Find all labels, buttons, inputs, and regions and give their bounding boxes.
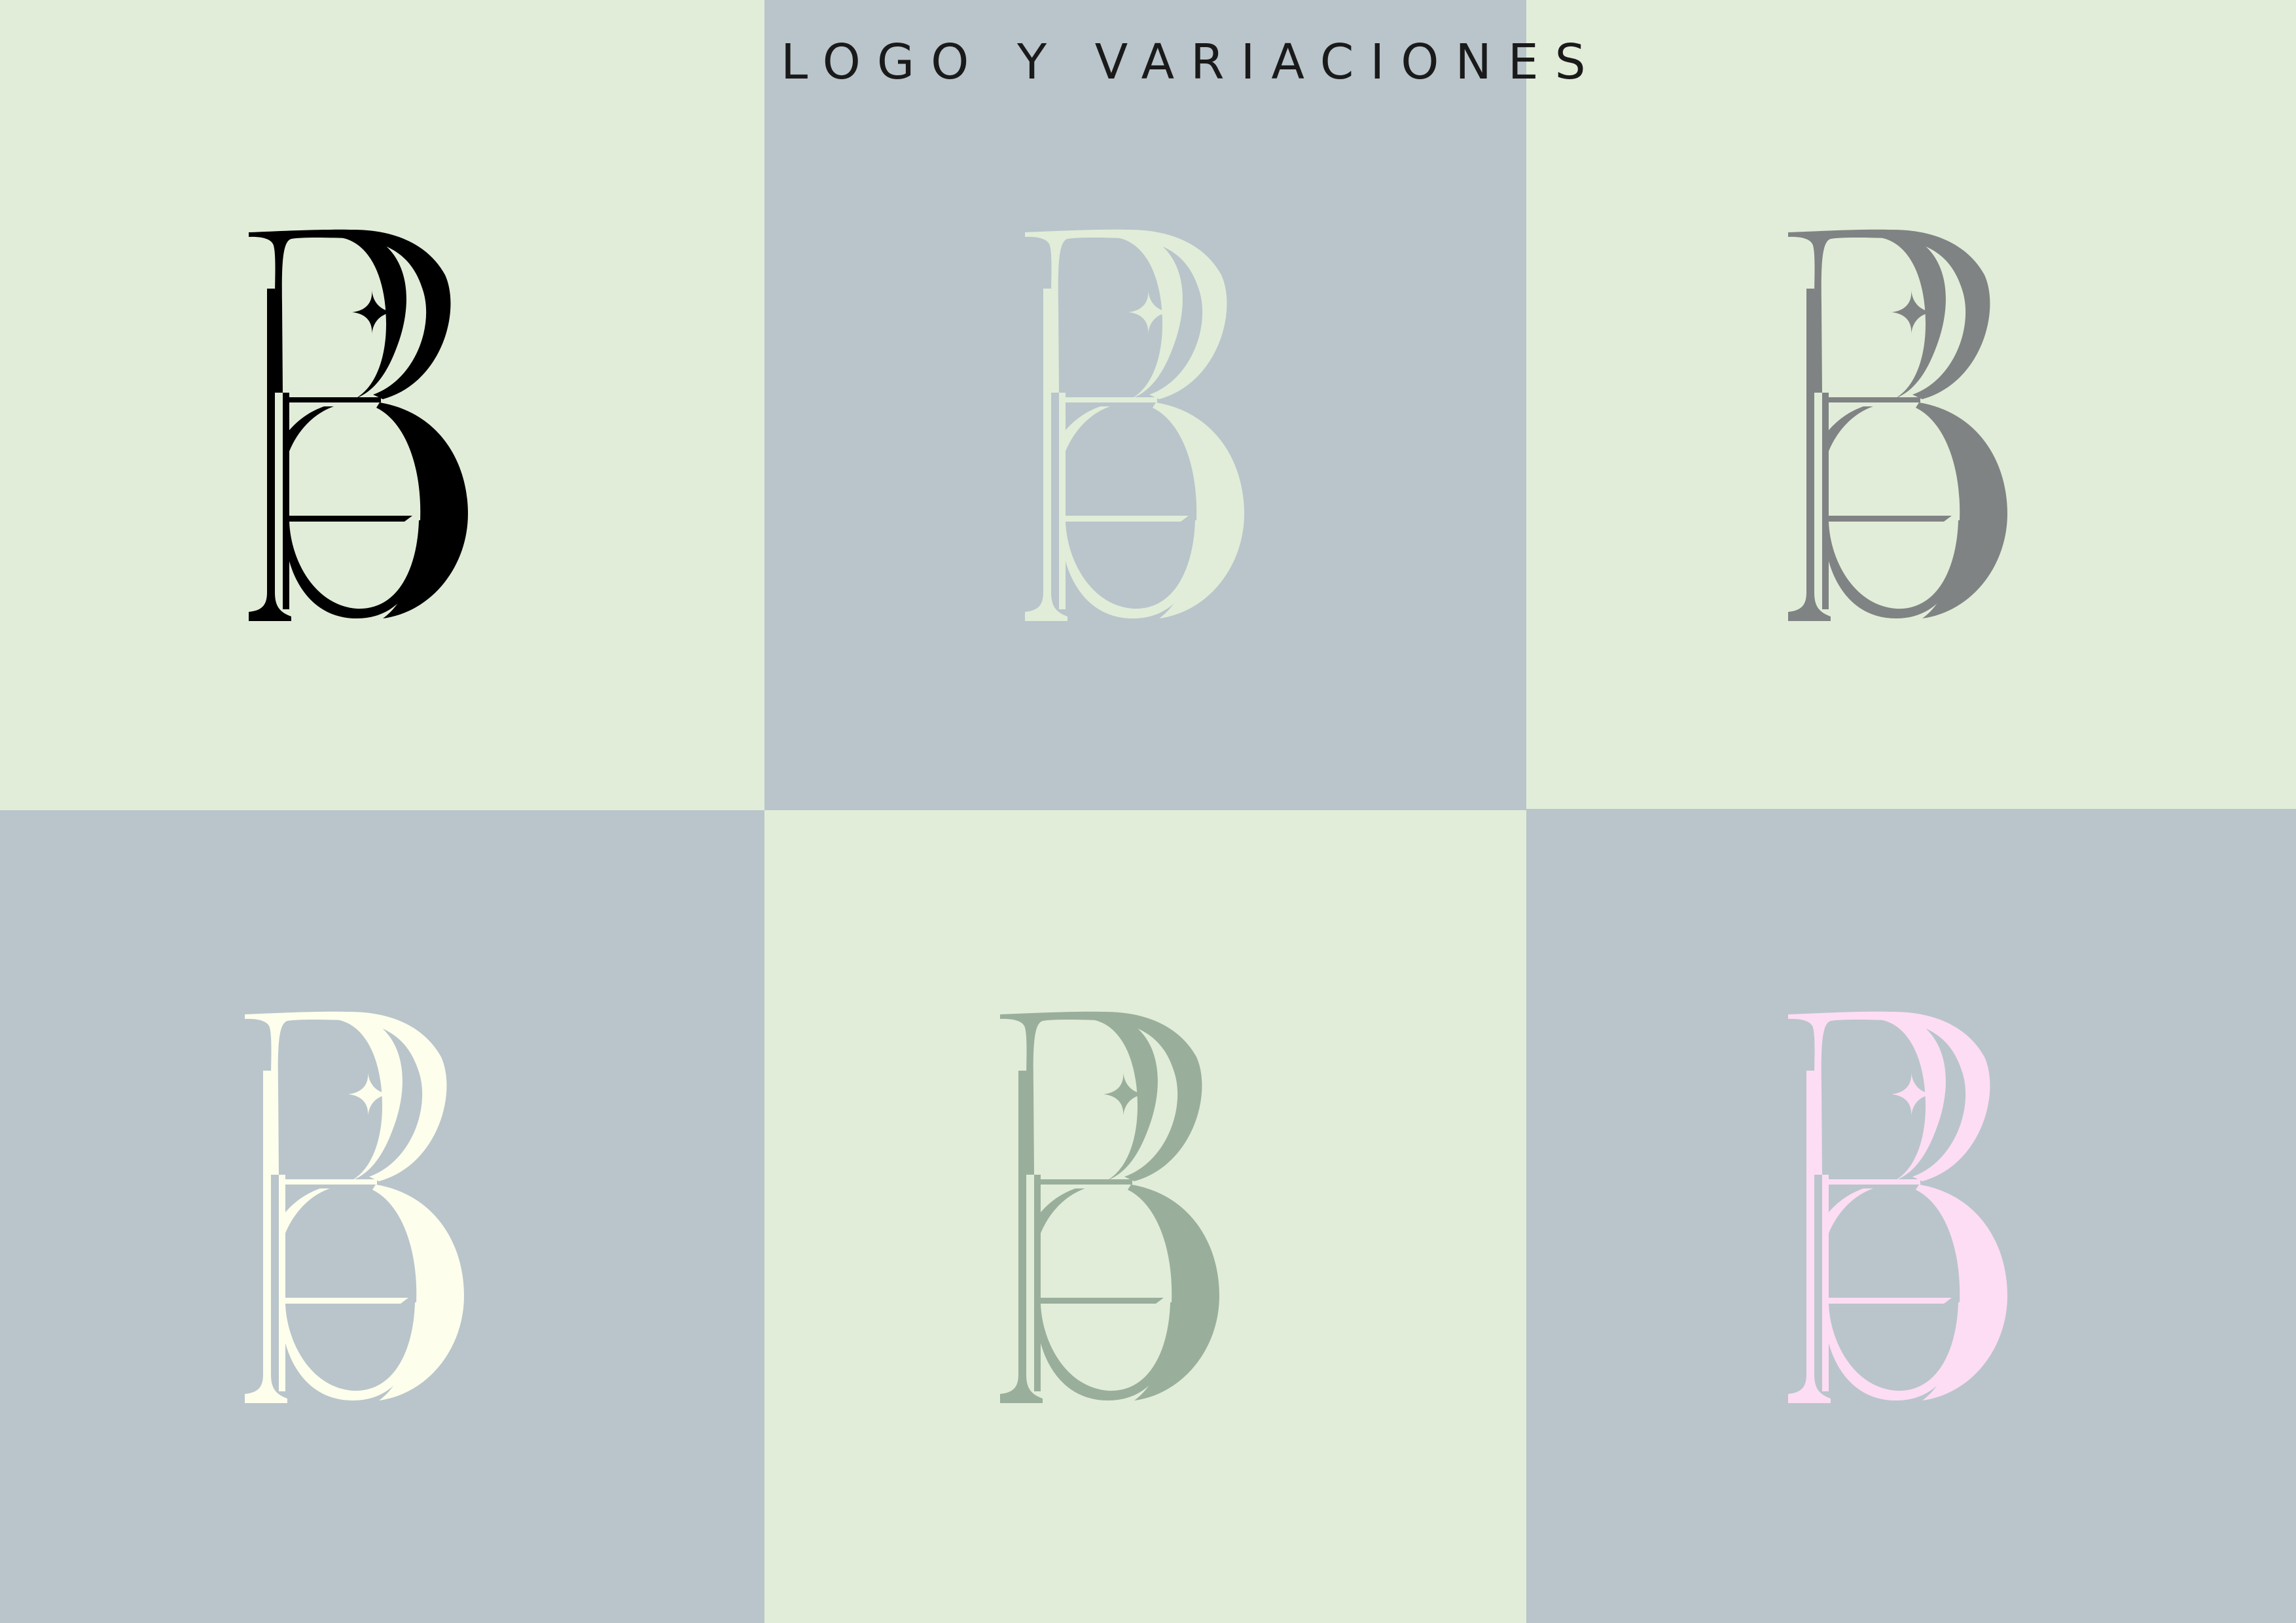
eb-monogram-logo-icon	[249, 229, 468, 621]
eb-monogram-logo-icon	[1025, 229, 1244, 621]
eb-monogram-logo-icon	[1788, 229, 2007, 621]
eb-monogram-logo-icon	[245, 1011, 464, 1403]
eb-monogram-logo-icon	[1000, 1011, 1219, 1403]
logo-variations-page: LOGO Y VARIACIONES	[0, 0, 2296, 1623]
page-title: LOGO Y VARIACIONES	[781, 34, 1602, 90]
eb-monogram-logo-icon	[1788, 1011, 2007, 1403]
